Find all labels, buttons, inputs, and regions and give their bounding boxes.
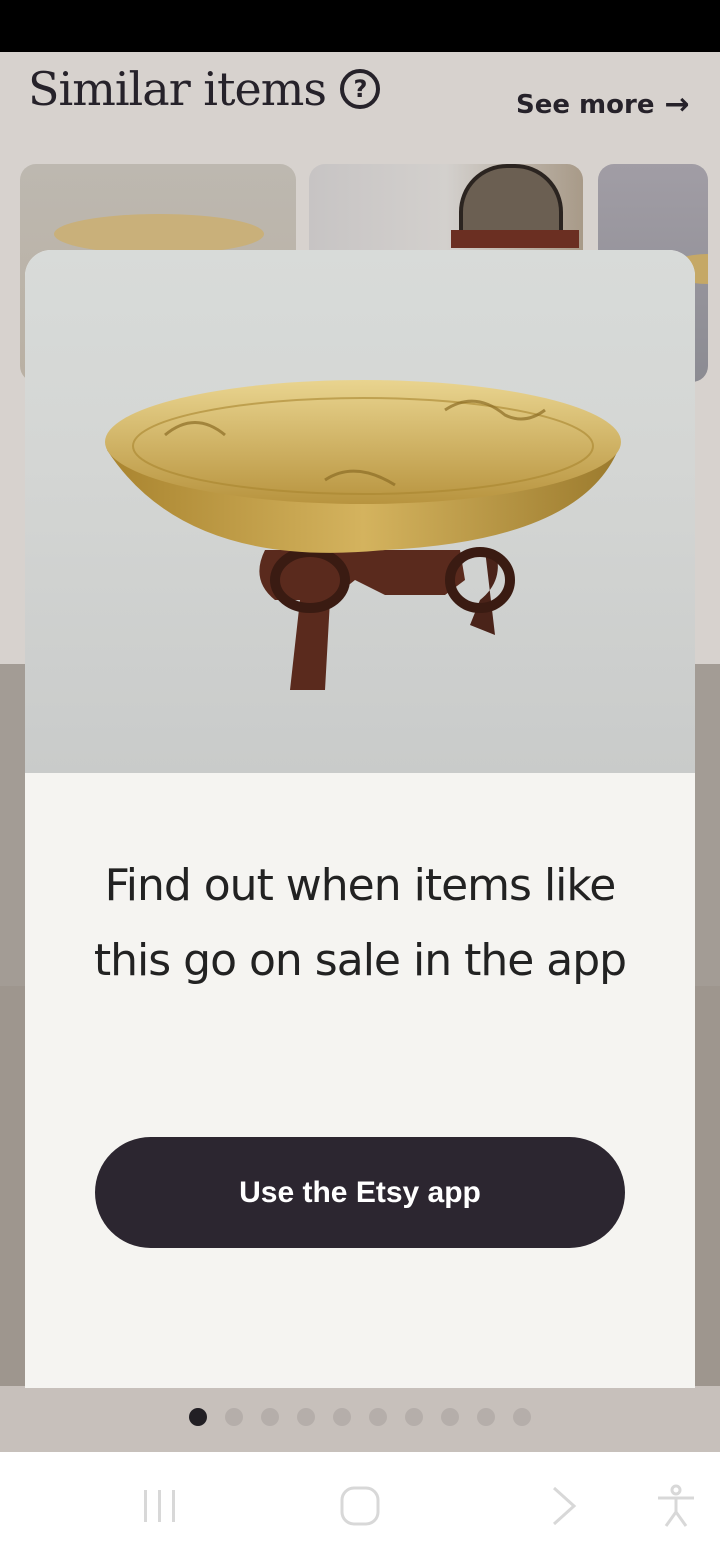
recent-apps-icon[interactable] [136,1482,184,1530]
arrow-right-icon: → [664,87,690,122]
pagination-dots [0,1408,720,1426]
pagination-dot[interactable] [441,1408,459,1426]
brass-bowl-image [54,214,264,254]
pagination-dot[interactable] [405,1408,423,1426]
home-icon[interactable] [336,1482,384,1530]
brass-bowl-photo [25,250,695,773]
pagination-dot[interactable] [333,1408,351,1426]
brass-bowl-illustration [105,380,621,690]
pagination-dot[interactable] [225,1408,243,1426]
see-more-link[interactable]: See more → [516,87,690,122]
modal-title: Find out when items like this go on sale… [93,860,627,986]
pagination-dot-active[interactable] [189,1408,207,1426]
pagination-dot[interactable] [261,1408,279,1426]
wood-stand-image [451,230,579,248]
pagination-dot[interactable] [369,1408,387,1426]
pagination-dot[interactable] [513,1408,531,1426]
accessibility-icon[interactable] [652,1482,700,1530]
see-more-label: See more [516,90,655,120]
cork-diorama-image [459,164,563,238]
section-title-text: Similar items [28,62,327,116]
help-icon[interactable]: ? [339,69,380,109]
system-navigation-bar [0,1452,720,1560]
app-promo-modal: Find out when items like this go on sale… [25,250,695,1388]
pagination-dot[interactable] [297,1408,315,1426]
back-icon[interactable] [540,1482,588,1530]
use-etsy-app-button[interactable]: Use the Etsy app [95,1137,625,1248]
section-title: Similar items ? [28,62,380,116]
status-bar [0,0,720,52]
pagination-dot[interactable] [477,1408,495,1426]
